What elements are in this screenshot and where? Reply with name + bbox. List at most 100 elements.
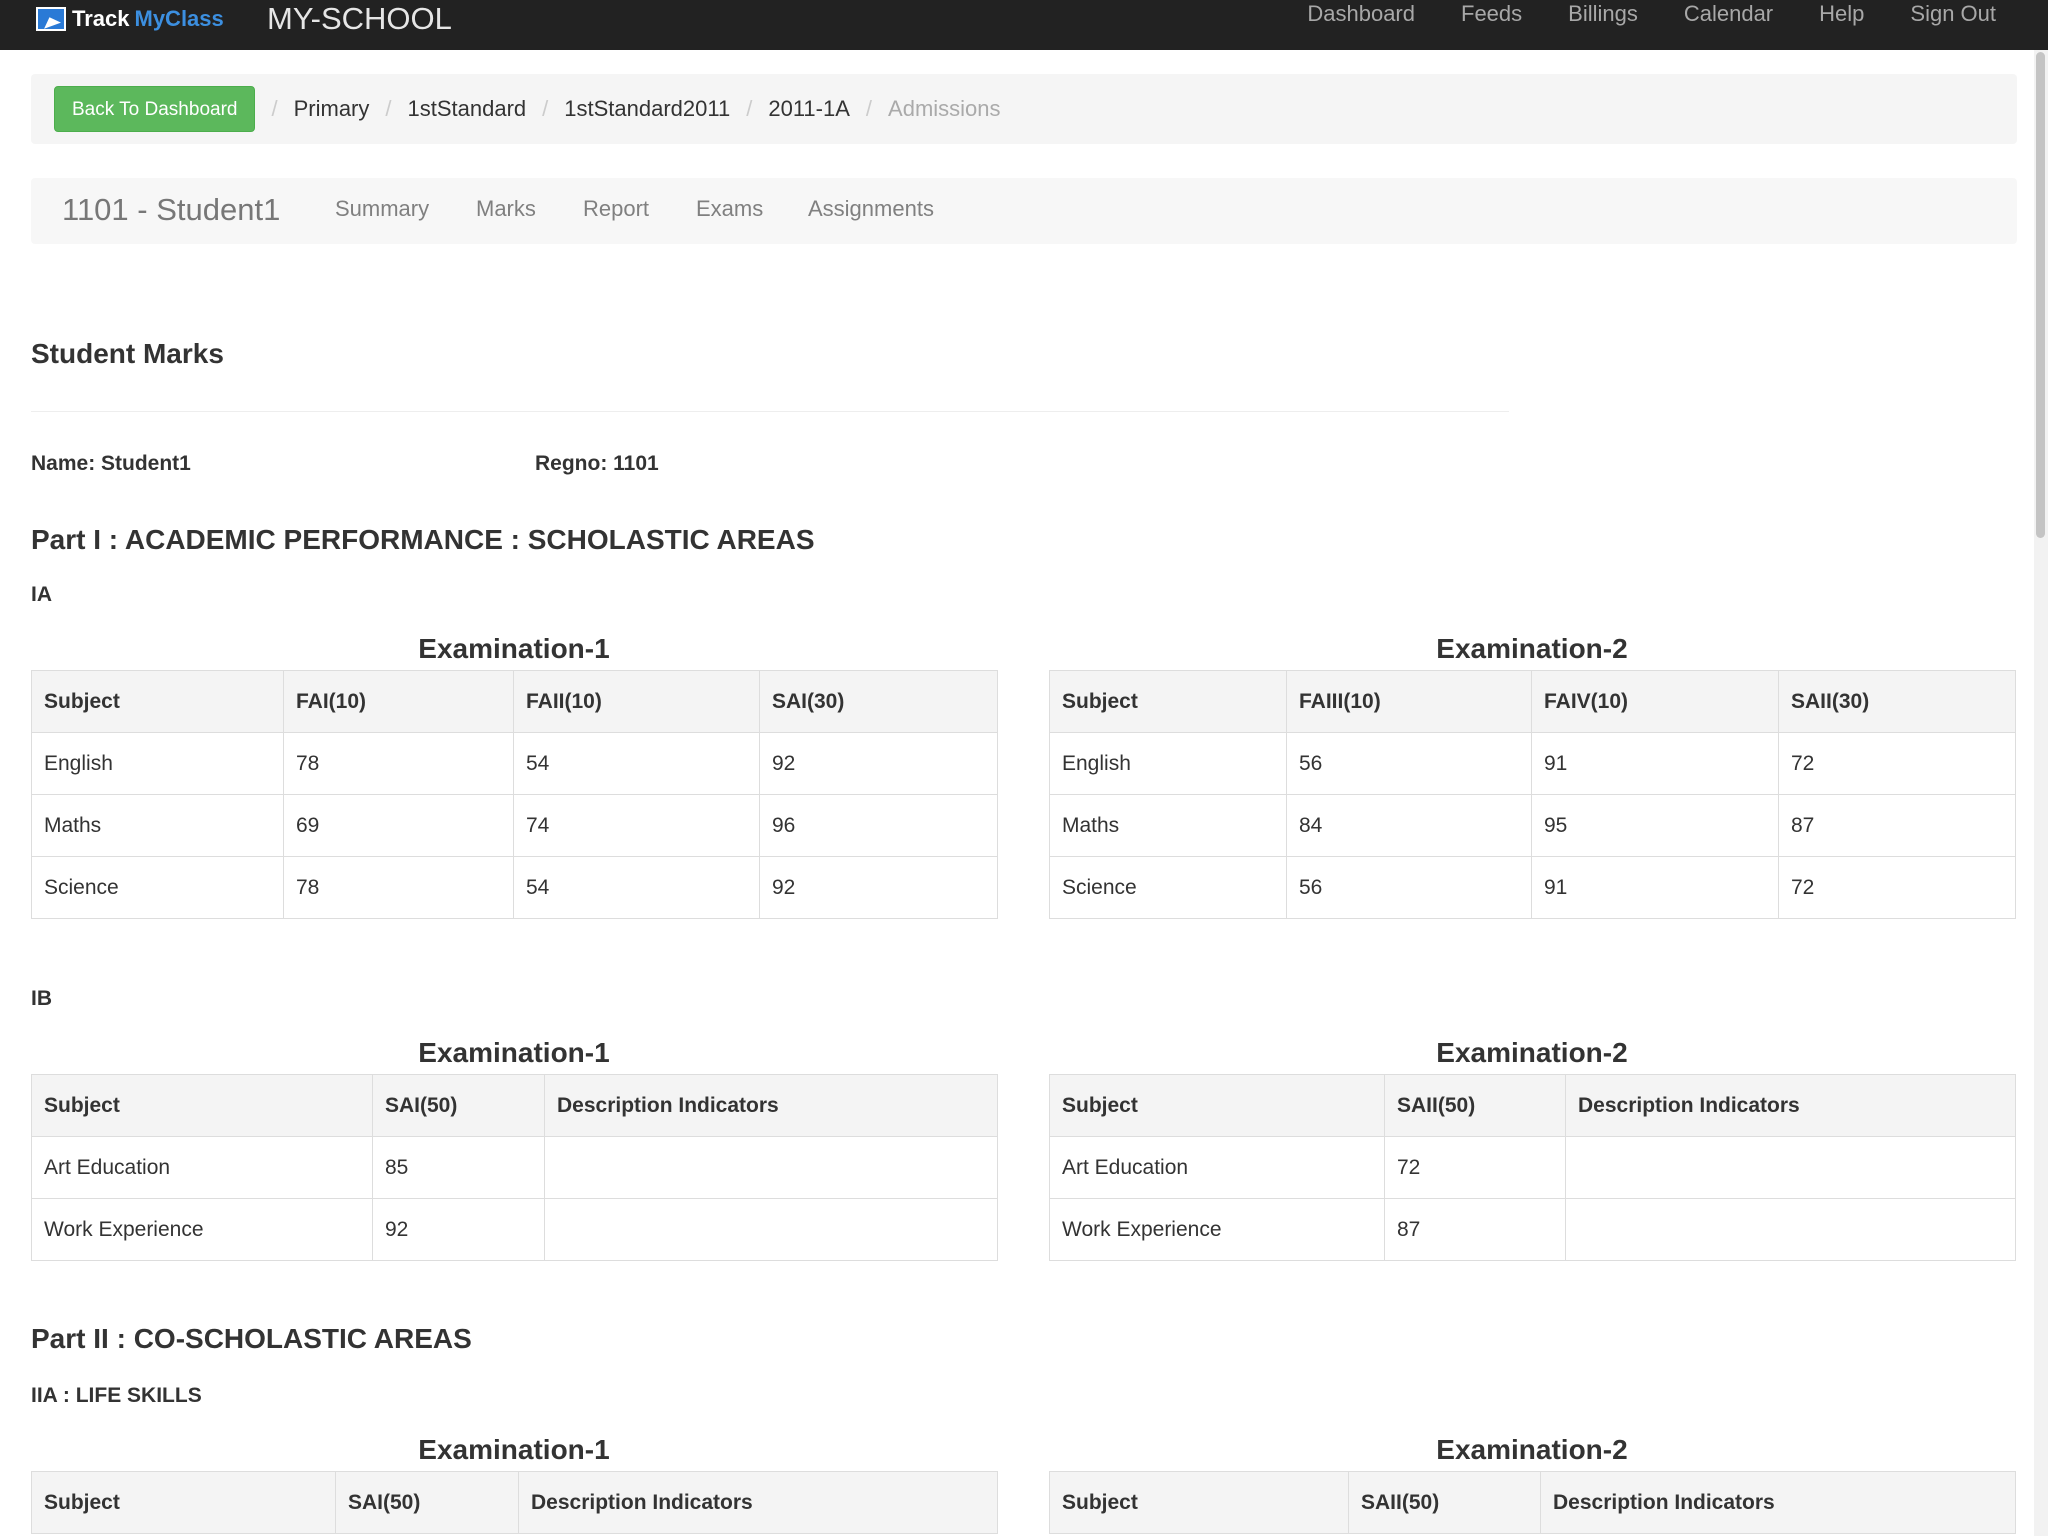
- school-brand[interactable]: MY-SCHOOL: [267, 0, 452, 38]
- breadcrumb-primary[interactable]: Primary: [294, 96, 370, 122]
- nav-sign-out[interactable]: Sign Out: [1910, 0, 1996, 30]
- table-row: English 56 91 72: [1049, 732, 2016, 795]
- table-header-row: Subject FAI(10) FAII(10) SAI(30): [31, 670, 998, 733]
- table-cell: [1565, 1198, 2016, 1261]
- table-cell: 56: [1286, 732, 1532, 795]
- breadcrumb-1ststandard2011[interactable]: 1stStandard2011: [564, 96, 730, 122]
- page-scrollbar[interactable]: [2034, 50, 2048, 1536]
- table-cell: 91: [1531, 732, 1779, 795]
- back-to-dashboard-button[interactable]: Back To Dashboard: [54, 86, 256, 132]
- column-header: Description Indicators: [544, 1074, 998, 1137]
- table-cell: 78: [283, 732, 514, 795]
- column-header: SAII(50): [1348, 1471, 1541, 1534]
- table-cell: 92: [372, 1198, 545, 1261]
- breadcrumb-separator: /: [385, 96, 392, 121]
- part1-heading: Part I : ACADEMIC PERFORMANCE : SCHOLAST…: [31, 524, 815, 555]
- section-ia-heading: IA: [31, 583, 52, 606]
- column-header: FAII(10): [513, 670, 760, 733]
- table-header-row: Subject SAII(50) Description Indicators: [1049, 1074, 2016, 1137]
- table-row: Art Education 72: [1049, 1136, 2016, 1199]
- table-cell: Work Experience: [1049, 1198, 1385, 1261]
- ib-exam2-title: Examination-2: [1436, 1037, 1628, 1068]
- table-cell: 84: [1286, 794, 1532, 857]
- breadcrumb-2011-1a[interactable]: 2011-1A: [768, 96, 850, 122]
- ia-exam2-title: Examination-2: [1436, 633, 1628, 664]
- part2-heading: Part II : CO-SCHOLASTIC AREAS: [31, 1323, 472, 1354]
- scrollbar-thumb[interactable]: [2036, 52, 2045, 538]
- table-cell: 92: [759, 856, 998, 919]
- breadcrumb-1ststandard[interactable]: 1stStandard: [408, 96, 527, 122]
- student-subnav: 1101 - Student1 Summary Marks Report Exa…: [31, 178, 2017, 244]
- nav-feeds[interactable]: Feeds: [1461, 0, 1522, 30]
- nav-links: Dashboard Feeds Billings Calendar Help S…: [1261, 0, 1996, 30]
- table-cell: 54: [513, 732, 760, 795]
- breadcrumb: Back To Dashboard / Primary / 1stStandar…: [31, 74, 2017, 144]
- table-cell: 91: [1531, 856, 1779, 919]
- breadcrumb-separator: /: [746, 96, 753, 121]
- tab-exams[interactable]: Exams: [696, 194, 763, 224]
- tab-report[interactable]: Report: [583, 194, 649, 224]
- table-cell: [544, 1136, 998, 1199]
- breadcrumb-admissions: Admissions: [888, 96, 1001, 121]
- table-cell: 78: [283, 856, 514, 919]
- column-header: SAI(50): [335, 1471, 519, 1534]
- column-header: Description Indicators: [1540, 1471, 2016, 1534]
- table-row: Maths 69 74 96: [31, 794, 998, 857]
- table-cell: [1565, 1136, 2016, 1199]
- column-header: Subject: [31, 1471, 336, 1534]
- table-cell: Maths: [31, 794, 284, 857]
- table-cell: 95: [1531, 794, 1779, 857]
- tab-assignments[interactable]: Assignments: [808, 194, 934, 224]
- breadcrumb-separator: /: [865, 96, 873, 121]
- table-cell: Science: [1049, 856, 1287, 919]
- table-cell: 96: [759, 794, 998, 857]
- table-cell: 56: [1286, 856, 1532, 919]
- table-cell: English: [1049, 732, 1287, 795]
- student-title: 1101 - Student1: [62, 192, 281, 227]
- table-cell: Art Education: [1049, 1136, 1385, 1199]
- table-header-row: Subject SAI(50) Description Indicators: [31, 1074, 998, 1137]
- column-header: Subject: [1049, 1074, 1385, 1137]
- student-regno: Regno: 1101: [535, 452, 659, 475]
- table-cell: 74: [513, 794, 760, 857]
- table-row: Maths 84 95 87: [1049, 794, 2016, 857]
- table-cell: Maths: [1049, 794, 1287, 857]
- table-cell: 87: [1384, 1198, 1566, 1261]
- table-header-row: Subject SAII(50) Description Indicators: [1049, 1471, 2016, 1534]
- table-row: English 78 54 92: [31, 732, 998, 795]
- table-cell: Art Education: [31, 1136, 373, 1199]
- table-cell: 72: [1384, 1136, 1566, 1199]
- table-header-row: Subject SAI(50) Description Indicators: [31, 1471, 998, 1534]
- nav-billings[interactable]: Billings: [1568, 0, 1638, 30]
- table-cell: 69: [283, 794, 514, 857]
- breadcrumb-separator: /: [271, 96, 278, 121]
- table-cell: 87: [1778, 794, 2016, 857]
- column-header: FAIV(10): [1531, 670, 1779, 733]
- trackmyclass-logo[interactable]: Track MyClass: [36, 5, 224, 33]
- top-navbar: Track MyClass MY-SCHOOL Dashboard Feeds …: [0, 0, 2048, 50]
- breadcrumb-separator: /: [542, 96, 549, 121]
- section-iia-heading: IIA : LIFE SKILLS: [31, 1384, 202, 1407]
- page-title: Student Marks: [31, 338, 224, 369]
- column-header: Subject: [1049, 1471, 1349, 1534]
- column-header: SAII(30): [1778, 670, 2016, 733]
- column-header: SAII(50): [1384, 1074, 1566, 1137]
- iia-exam2-table: Subject SAII(50) Description Indicators: [1049, 1471, 2016, 1534]
- table-cell: Science: [31, 856, 284, 919]
- ia-exam2-table: Subject FAIII(10) FAIV(10) SAII(30) Engl…: [1049, 670, 2016, 919]
- column-header: Subject: [31, 670, 284, 733]
- logo-text-myclass: MyClass: [134, 6, 224, 31]
- column-header: Description Indicators: [518, 1471, 998, 1534]
- column-header: FAI(10): [283, 670, 514, 733]
- column-header: Subject: [31, 1074, 373, 1137]
- nav-calendar[interactable]: Calendar: [1684, 0, 1773, 30]
- tab-summary[interactable]: Summary: [335, 194, 429, 224]
- column-header: Description Indicators: [1565, 1074, 2016, 1137]
- nav-help[interactable]: Help: [1819, 0, 1864, 30]
- ib-exam1-table: Subject SAI(50) Description Indicators A…: [31, 1074, 998, 1261]
- tab-marks[interactable]: Marks: [476, 194, 536, 224]
- table-cell: 54: [513, 856, 760, 919]
- nav-dashboard[interactable]: Dashboard: [1307, 0, 1415, 30]
- student-name: Name: Student1: [31, 452, 191, 475]
- table-header-row: Subject FAIII(10) FAIV(10) SAII(30): [1049, 670, 2016, 733]
